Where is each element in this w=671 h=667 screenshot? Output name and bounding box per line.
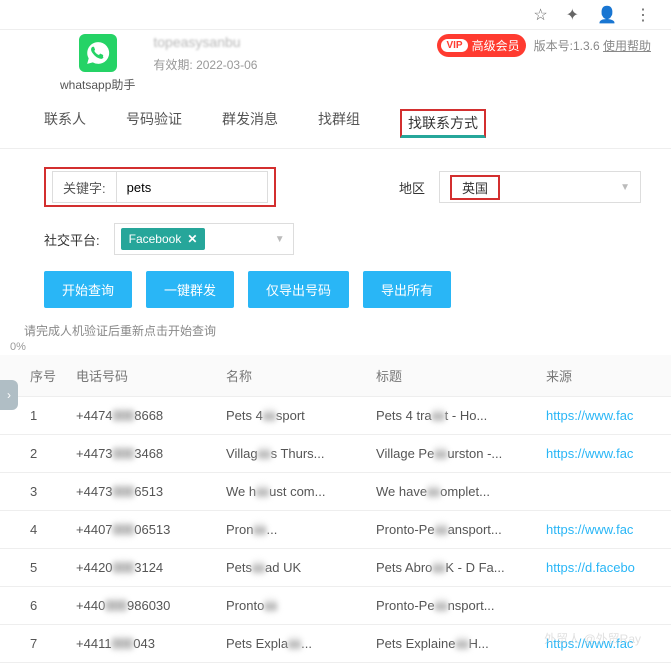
column-header: 电话号码	[66, 355, 216, 397]
source-link[interactable]: https://www.fac	[546, 522, 633, 537]
cell-index: 5	[0, 549, 66, 587]
results-table: 序号电话号码名称标题来源 1+44740008668Pets 4xxsportP…	[0, 355, 671, 663]
keyword-input[interactable]	[117, 172, 267, 202]
source-link[interactable]: https://www.fac	[546, 446, 633, 461]
cell-phone: +44730006513	[66, 473, 216, 511]
cell-phone: +440700006513	[66, 511, 216, 549]
source-link[interactable]: https://d.facebo	[546, 560, 635, 575]
version-text: 版本号:1.3.6 使用帮助	[534, 37, 651, 54]
platform-chip[interactable]: Facebook✕	[121, 228, 206, 250]
close-icon[interactable]: ✕	[187, 232, 197, 246]
cell-title: We havexxomplet...	[366, 473, 536, 511]
cell-index: 7	[0, 625, 66, 663]
cell-index: 2	[0, 435, 66, 473]
table-row: 1+44740008668Pets 4xxsportPets 4 traxxt …	[0, 397, 671, 435]
tab-3[interactable]: 找群组	[318, 109, 360, 148]
cell-name: Pets Explaxx...	[216, 625, 366, 663]
tab-0[interactable]: 联系人	[44, 109, 86, 148]
cell-title: Pets 4 traxxt - Ho...	[366, 397, 536, 435]
table-row: 6+440000986030ProntoxxPronto-Pexxnsport.…	[0, 587, 671, 625]
tab-2[interactable]: 群发消息	[222, 109, 278, 148]
cell-title: Pets AbroxxK - D Fa...	[366, 549, 536, 587]
product-name: topeasysanbu	[153, 34, 419, 50]
cell-title: Pets ExplainexxH...	[366, 625, 536, 663]
hint-text: 请完成人机验证后重新点击开始查询	[0, 316, 671, 341]
cell-source: https://d.facebo	[536, 549, 671, 587]
cell-name: Petsxxad UK	[216, 549, 366, 587]
cell-source	[536, 587, 671, 625]
cell-name: Prontoxx	[216, 587, 366, 625]
user-icon[interactable]: 👤	[597, 5, 617, 25]
cell-name: We hxxust com...	[216, 473, 366, 511]
chevron-down-icon: ▼	[620, 182, 630, 193]
watermark: 外贸人 @外贸Ray	[544, 630, 641, 647]
column-header: 名称	[216, 355, 366, 397]
table-row: 4+440700006513Pronxx...Pronto-Pexxanspor…	[0, 511, 671, 549]
table-row: 5+44200003124Petsxxad UKPets AbroxxK - D…	[0, 549, 671, 587]
side-expand-tab[interactable]: ›	[0, 380, 18, 410]
extensions-icon[interactable]: ✦	[566, 5, 579, 25]
tab-1[interactable]: 号码验证	[126, 109, 182, 148]
export-numbers-button[interactable]: 仅导出号码	[248, 271, 349, 308]
tab-bar: 联系人 号码验证 群发消息 找群组 找联系方式	[0, 101, 671, 149]
expire-text: 有效期: 2022-03-06	[153, 56, 419, 73]
cell-phone: +44730003468	[66, 435, 216, 473]
cell-name: Villagxxs Thurs...	[216, 435, 366, 473]
app-header: whatsapp助手 topeasysanbu 有效期: 2022-03-06 …	[0, 30, 671, 101]
source-link[interactable]: https://www.fac	[546, 408, 633, 423]
cell-title: Pronto-Pexxansport...	[366, 511, 536, 549]
cell-name: Pronxx...	[216, 511, 366, 549]
filter-panel: 关键字: 地区 英国 ▼ 社交平台: Facebook✕ ▼ 开始查询 一键群发…	[0, 149, 671, 316]
cell-source: https://www.fac	[536, 511, 671, 549]
browser-toolbar: ☆ ✦ 👤 ⋮	[0, 0, 671, 30]
cell-phone: +4411000043	[66, 625, 216, 663]
tab-4[interactable]: 找联系方式	[400, 109, 486, 148]
cell-index: 3	[0, 473, 66, 511]
star-icon[interactable]: ☆	[533, 5, 547, 25]
keyword-label: 关键字:	[53, 172, 117, 202]
column-header: 来源	[536, 355, 671, 397]
cell-phone: +44740008668	[66, 397, 216, 435]
vip-badge: VIP高级会员	[437, 34, 525, 57]
cell-index: 6	[0, 587, 66, 625]
cell-name: Pets 4xxsport	[216, 397, 366, 435]
start-query-button[interactable]: 开始查询	[44, 271, 132, 308]
cell-phone: +440000986030	[66, 587, 216, 625]
table-row: 2+44730003468Villagxxs Thurs...Village P…	[0, 435, 671, 473]
region-select[interactable]: 英国 ▼	[440, 172, 640, 202]
column-header: 标题	[366, 355, 536, 397]
cell-source: https://www.fac	[536, 397, 671, 435]
chevron-down-icon: ▼	[275, 234, 285, 245]
cell-source: https://www.fac	[536, 435, 671, 473]
keyword-field: 关键字:	[52, 171, 268, 203]
whatsapp-logo-icon	[79, 34, 117, 72]
cell-phone: +44200003124	[66, 549, 216, 587]
platform-label: 社交平台:	[44, 230, 100, 249]
help-link[interactable]: 使用帮助	[603, 39, 651, 53]
cell-title: Pronto-Pexxnsport...	[366, 587, 536, 625]
cell-source	[536, 473, 671, 511]
progress-text: 0%	[0, 341, 671, 353]
export-all-button[interactable]: 导出所有	[363, 271, 451, 308]
table-row: 3+44730006513We hxxust com...We havexxom…	[0, 473, 671, 511]
region-label: 地区	[399, 178, 425, 197]
menu-icon[interactable]: ⋮	[635, 5, 651, 25]
bulk-send-button[interactable]: 一键群发	[146, 271, 234, 308]
app-name: whatsapp助手	[60, 76, 135, 93]
cell-index: 4	[0, 511, 66, 549]
cell-title: Village Pexxurston -...	[366, 435, 536, 473]
